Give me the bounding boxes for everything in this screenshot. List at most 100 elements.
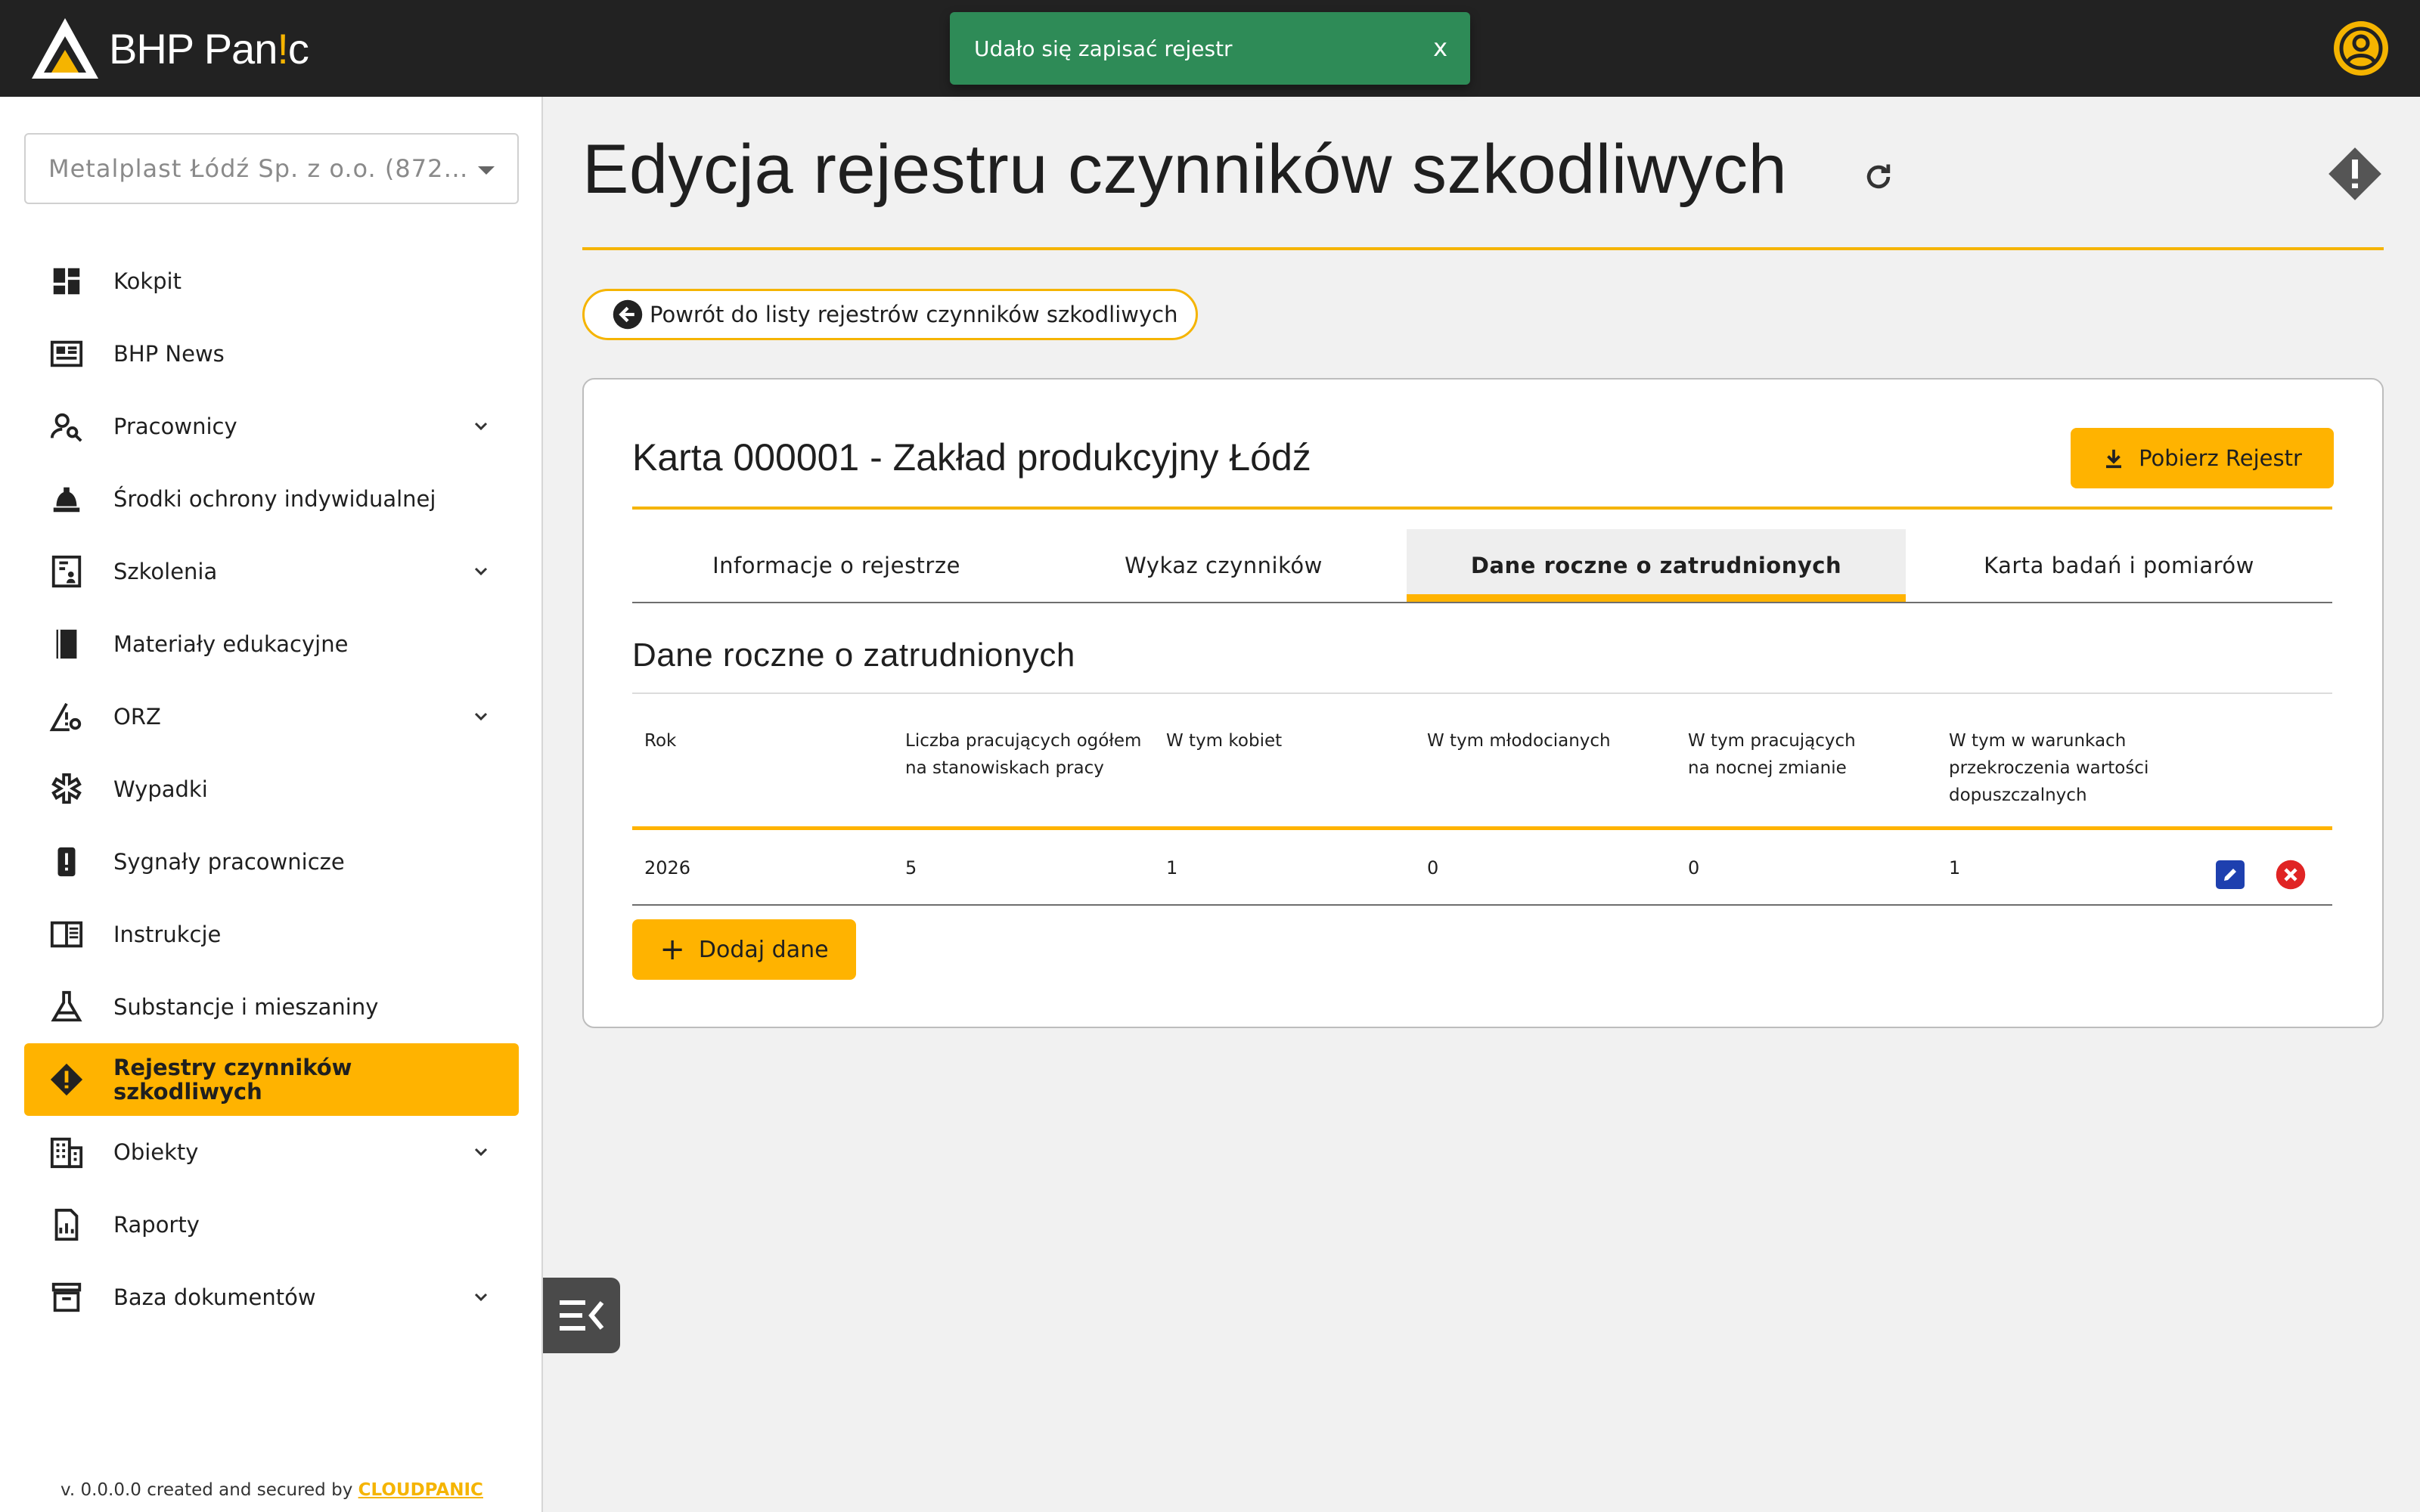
cell-kobiet: 1 bbox=[1166, 857, 1178, 878]
cell-mlodocianych: 0 bbox=[1427, 857, 1439, 878]
sidebar-item-label: Substancje i mieszaniny bbox=[113, 994, 379, 1020]
sidebar-item-label: ORZ bbox=[113, 704, 161, 730]
column-header-rok: Rok bbox=[644, 731, 677, 751]
cell-nocna-zmiana: 0 bbox=[1688, 857, 1700, 878]
back-button-label: Powrót do listy rejestrów czynników szko… bbox=[650, 302, 1178, 327]
sidebar-item-label: Kokpit bbox=[113, 268, 182, 294]
edit-row-button[interactable] bbox=[2216, 860, 2245, 889]
sidebar-item-label: Pracownicy bbox=[113, 414, 237, 439]
dashboard-icon bbox=[48, 263, 85, 299]
card-divider bbox=[632, 507, 2332, 510]
column-header-przekroczenia: W tym w warunkach przekroczenia wartości d… bbox=[1949, 731, 2149, 805]
section-title: Dane roczne o zatrudnionych bbox=[632, 637, 1075, 674]
caret-down-icon bbox=[478, 166, 495, 175]
register-card: Karta 000001 - Zakład produkcyjny Łódź P… bbox=[582, 378, 2384, 1028]
sidebar-item-label: Szkolenia bbox=[113, 559, 218, 584]
risk-icon bbox=[48, 699, 85, 735]
sidebar-item-instrukcje[interactable]: Instrukcje bbox=[24, 898, 519, 971]
sidebar-item-label: Środki ochrony indywidualnej bbox=[113, 486, 436, 512]
chevron-down-icon bbox=[474, 567, 488, 576]
arrow-back-icon bbox=[613, 299, 643, 330]
chevron-down-icon bbox=[474, 1148, 488, 1157]
brand-logo[interactable]: BHP Pan!c bbox=[29, 15, 309, 82]
tab-wykaz-czynnikow[interactable]: Wykaz czynników bbox=[1041, 529, 1407, 602]
column-header-liczba-pracujacych: Liczba pracujących ogółem na stanowiskach… bbox=[905, 731, 1142, 778]
book-icon bbox=[48, 626, 85, 662]
chevron-down-icon bbox=[474, 422, 488, 431]
refresh-icon[interactable] bbox=[1862, 160, 1895, 194]
warning-diamond-icon bbox=[2328, 147, 2381, 200]
sidebar-item-label: BHP News bbox=[113, 341, 225, 367]
sidebar-item-orz[interactable]: ORZ bbox=[24, 680, 519, 753]
column-header-nocna-zmiana: W tym pracujących na nocnej zmianie bbox=[1688, 731, 1856, 778]
sidebar-item-label: Wypadki bbox=[113, 776, 208, 802]
sidebar-item-substancje[interactable]: Substancje i mieszaniny bbox=[24, 971, 519, 1043]
card-title: Karta 000001 - Zakład produkcyjny Łódź bbox=[632, 436, 1311, 479]
signal-icon bbox=[48, 844, 85, 880]
warning-diamond-icon bbox=[48, 1061, 85, 1098]
sidebar-item-pracownicy[interactable]: Pracownicy bbox=[24, 390, 519, 463]
section-divider bbox=[632, 692, 2332, 694]
brand-name: BHP Pan!c bbox=[109, 24, 309, 73]
user-account-icon[interactable] bbox=[2334, 21, 2388, 76]
sidebar-item-raporty[interactable]: Raporty bbox=[24, 1188, 519, 1261]
company-select-value: Metalplast Łódź Sp. z o.o. (8721... bbox=[48, 154, 472, 183]
sidebar-item-materialy[interactable]: Materiały edukacyjne bbox=[24, 608, 519, 680]
cell-liczba-pracujacych: 5 bbox=[905, 857, 917, 878]
delete-row-icon[interactable] bbox=[2275, 859, 2307, 891]
tab-bar: Informacje o rejestrze Wykaz czynników D… bbox=[632, 529, 2332, 603]
chevron-down-icon bbox=[474, 712, 488, 721]
tab-informacje[interactable]: Informacje o rejestrze bbox=[632, 529, 1041, 602]
company-select[interactable]: Metalplast Łódź Sp. z o.o. (8721... bbox=[24, 133, 519, 204]
sidebar-item-label: Rejestry czynników szkodliwych bbox=[113, 1055, 352, 1105]
sidebar-item-label: Instrukcje bbox=[113, 922, 222, 947]
sidebar-collapse-button[interactable] bbox=[543, 1278, 620, 1353]
table-row: 2026 5 1 0 0 1 bbox=[632, 830, 2332, 906]
chevron-down-icon bbox=[474, 1293, 488, 1302]
tab-dane-roczne[interactable]: Dane roczne o zatrudnionych bbox=[1407, 529, 1906, 602]
download-register-button[interactable]: Pobierz Rejestr bbox=[2071, 428, 2334, 488]
plus-icon: + bbox=[659, 932, 685, 967]
add-data-button[interactable]: + Dodaj dane bbox=[632, 919, 856, 980]
cloudpanic-link[interactable]: CLOUDPANIC bbox=[358, 1480, 483, 1500]
sidebar-item-srodki-ochrony[interactable]: Środki ochrony indywidualnej bbox=[24, 463, 519, 535]
sidebar-item-kokpit[interactable]: Kokpit bbox=[24, 245, 519, 318]
pencil-icon bbox=[2224, 869, 2236, 881]
sidebar-item-obiekty[interactable]: Obiekty bbox=[24, 1116, 519, 1188]
sidebar: Metalplast Łódź Sp. z o.o. (8721... Kokp… bbox=[0, 97, 543, 1512]
toast-close-button[interactable]: x bbox=[1433, 33, 1447, 62]
sidebar-item-wypadki[interactable]: Wypadki bbox=[24, 753, 519, 826]
manual-icon bbox=[48, 916, 85, 953]
add-button-label: Dodaj dane bbox=[698, 936, 829, 963]
training-icon bbox=[48, 553, 85, 590]
sidebar-nav: Kokpit BHP News Pracownicy Środki ochron… bbox=[24, 245, 519, 1334]
sidebar-item-baza-dokumentow[interactable]: Baza dokumentów bbox=[24, 1261, 519, 1334]
medical-icon bbox=[48, 771, 85, 807]
back-to-list-button[interactable]: Powrót do listy rejestrów czynników szko… bbox=[582, 289, 1198, 340]
sidebar-item-szkolenia[interactable]: Szkolenia bbox=[24, 535, 519, 608]
success-toast: Udało się zapisać rejestr x bbox=[950, 12, 1470, 85]
toast-message: Udało się zapisać rejestr bbox=[974, 36, 1233, 61]
sidebar-item-label: Sygnały pracownicze bbox=[113, 849, 345, 875]
sidebar-item-sygnaly[interactable]: Sygnały pracownicze bbox=[24, 826, 519, 898]
sidebar-item-label: Materiały edukacyjne bbox=[113, 631, 349, 657]
report-icon bbox=[48, 1207, 85, 1243]
logo-triangle-icon bbox=[32, 18, 98, 79]
title-divider bbox=[582, 247, 2384, 250]
person-search-icon bbox=[48, 408, 85, 445]
version-footer: v. 0.0.0.0 created and secured by CLOUDP… bbox=[60, 1480, 483, 1500]
menu-collapse-icon bbox=[560, 1300, 604, 1331]
download-button-label: Pobierz Rejestr bbox=[2139, 445, 2302, 471]
archive-icon bbox=[48, 1279, 85, 1315]
sidebar-item-rejestry[interactable]: Rejestry czynników szkodliwych bbox=[24, 1043, 519, 1116]
tab-karta-badan[interactable]: Karta badań i pomiarów bbox=[1906, 529, 2332, 602]
cell-przekroczenia: 1 bbox=[1949, 857, 1961, 878]
sidebar-item-bhp-news[interactable]: BHP News bbox=[24, 318, 519, 390]
flask-icon bbox=[48, 989, 85, 1025]
table-header: Rok Liczba pracujących ogółem na stanowis… bbox=[632, 727, 2332, 830]
building-icon bbox=[48, 1134, 85, 1170]
column-header-mlodocianych: W tym młodocianych bbox=[1427, 731, 1611, 751]
helmet-icon bbox=[48, 481, 85, 517]
cell-rok: 2026 bbox=[644, 857, 691, 878]
sidebar-item-label: Raporty bbox=[113, 1212, 200, 1238]
